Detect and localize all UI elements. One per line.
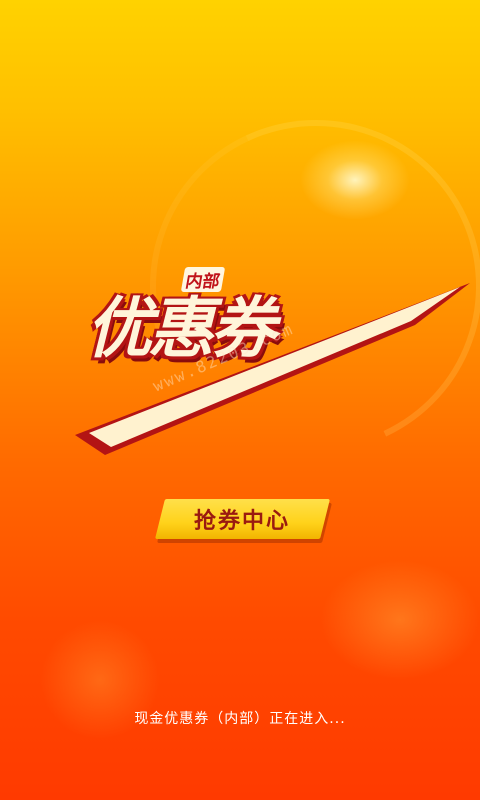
app-logo: 优惠券 内部 [55,255,480,465]
coupon-center-label: 抢券中心 [194,509,291,534]
coupon-center-button[interactable]: 抢券中心 [155,499,330,539]
loading-status: 现金优惠券（内部）正在进入... [134,711,346,727]
splash-screen: 优惠券 内部 www.82203.com 抢券中心 现金优惠券（内部）正在进入.… [0,0,480,800]
light-flare [300,140,410,220]
light-spot [320,560,480,680]
logo-tag: 内部 [180,267,226,292]
